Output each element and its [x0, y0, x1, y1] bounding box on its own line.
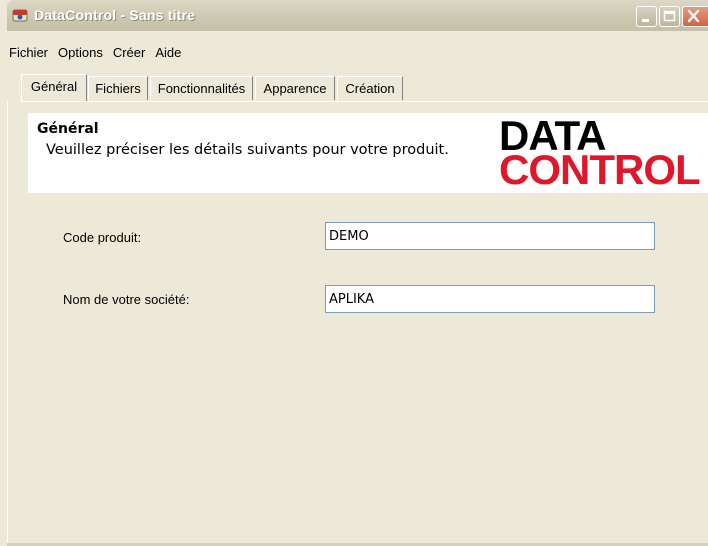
maximize-icon	[663, 10, 676, 22]
tab-creation[interactable]: Création	[337, 76, 403, 100]
company-name-label: Nom de votre société:	[63, 292, 190, 307]
minimize-button[interactable]	[636, 6, 657, 27]
code-produit-label: Code produit:	[63, 230, 142, 245]
header-title: Général	[37, 121, 99, 137]
menu-options[interactable]: Options	[53, 42, 108, 64]
minimize-icon	[642, 19, 649, 22]
menu-bar: Fichier Options Créer Aide	[7, 42, 186, 64]
tab-apparence[interactable]: Apparence	[255, 76, 335, 100]
header-description: Veuillez préciser les détails suivants p…	[46, 142, 449, 158]
logo-text-control: CONTROL	[499, 146, 701, 193]
window-title: DataControl - Sans titre	[34, 7, 196, 23]
menu-fichier[interactable]: Fichier	[7, 42, 53, 64]
window-left-edge	[7, 101, 8, 546]
tab-fichiers[interactable]: Fichiers	[88, 76, 148, 100]
tab-fonctionnalites[interactable]: Fonctionnalités	[150, 76, 253, 100]
tab-divider	[21, 101, 708, 102]
code-produit-input[interactable]	[325, 222, 655, 250]
page-header: Général Veuillez préciser les détails su…	[28, 113, 708, 193]
app-icon	[12, 9, 28, 22]
close-icon	[687, 9, 700, 23]
tab-general[interactable]: Général	[21, 74, 87, 101]
datacontrol-logo: DATA CONTROL	[499, 115, 704, 193]
menu-creer[interactable]: Créer	[108, 42, 151, 64]
maximize-button[interactable]	[659, 6, 680, 27]
menu-aide[interactable]: Aide	[150, 42, 186, 64]
app-window: DataControl - Sans titre Fichier Options…	[7, 0, 708, 546]
close-button[interactable]	[682, 6, 708, 27]
title-bar[interactable]: DataControl - Sans titre	[7, 0, 708, 31]
company-name-input[interactable]	[325, 285, 655, 313]
